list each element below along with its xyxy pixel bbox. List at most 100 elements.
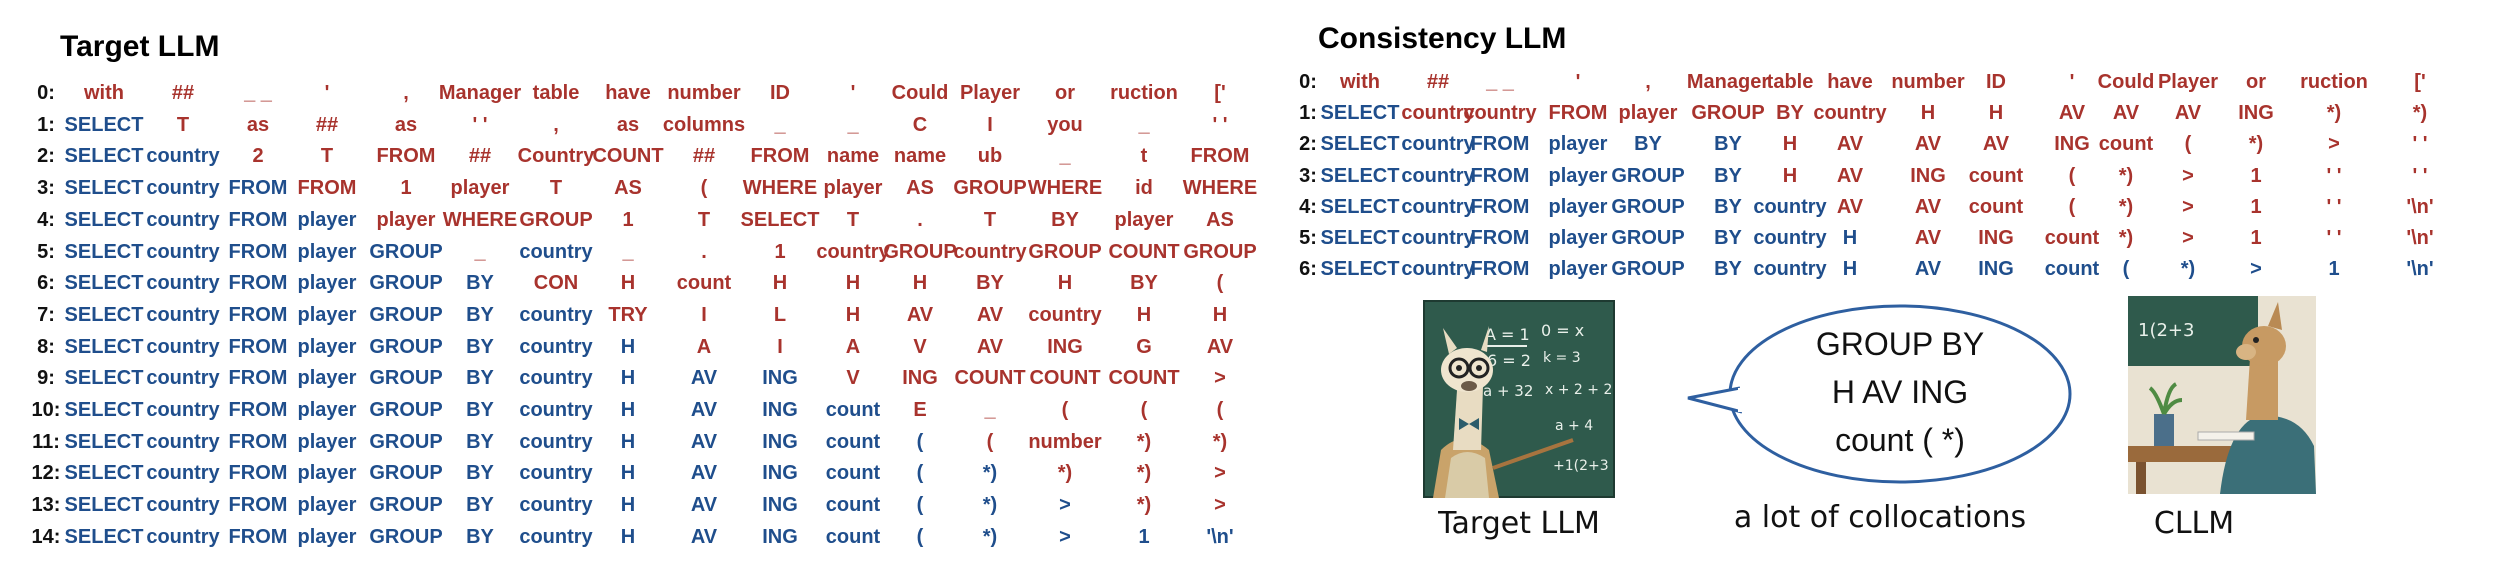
- token: (: [1216, 272, 1224, 295]
- token: ruction: [1110, 82, 1178, 104]
- token: country: [1463, 102, 1537, 125]
- svg-text:+1(2+3: +1(2+3: [1553, 458, 1609, 474]
- bubble-line-1: GROUP BY: [1815, 326, 1985, 362]
- token: country: [146, 399, 220, 421]
- token: country: [519, 399, 593, 421]
- token: FROM: [750, 145, 810, 168]
- token: ING: [762, 462, 798, 485]
- token: ING: [2054, 133, 2090, 156]
- token: ': [324, 82, 330, 104]
- token: *): [2118, 227, 2134, 249]
- token: player: [1548, 258, 1608, 281]
- token: GROUP: [1611, 195, 1685, 218]
- token: 1: [1138, 525, 1150, 548]
- token: >: [1214, 494, 1226, 517]
- token: C: [912, 113, 928, 136]
- token: player: [376, 208, 436, 231]
- teacher-llama-image: A = 1 6 = 2 0 = x k = 3 a + 32 x + 2 + 2…: [1421, 298, 1617, 500]
- caption-target-llm: Target LLM: [1438, 506, 1600, 541]
- bubble-text: GROUP BY H AV ING count ( *): [1750, 320, 2050, 464]
- token: as: [616, 113, 640, 136]
- token: FROM: [228, 240, 288, 263]
- token: (: [916, 525, 924, 548]
- token: AV: [1206, 335, 1234, 358]
- row-index: 4:: [37, 208, 55, 231]
- token: WHERE: [442, 208, 518, 231]
- token: AV: [2058, 102, 2086, 125]
- token: country: [1401, 258, 1475, 281]
- token: (: [2122, 258, 2130, 281]
- token: COUNT: [1029, 367, 1101, 390]
- row-index: 3:: [1299, 164, 1317, 187]
- token: country: [146, 303, 220, 326]
- token: AV: [976, 303, 1004, 326]
- token: H: [620, 272, 636, 295]
- token: >: [2182, 164, 2194, 187]
- token: H: [1842, 227, 1858, 249]
- token: H: [1988, 102, 2004, 125]
- token: player: [1548, 227, 1608, 249]
- token: player: [1548, 195, 1608, 218]
- token: country: [519, 367, 593, 390]
- token: (: [1061, 399, 1069, 421]
- token: SELECT: [1320, 164, 1400, 187]
- token: ruction: [2300, 71, 2368, 93]
- token: COUNT: [954, 367, 1026, 390]
- token: BY: [466, 430, 494, 453]
- student-llama-image: 1(2+3: [2128, 296, 2316, 494]
- token: country: [1753, 227, 1827, 249]
- token: AV: [690, 494, 718, 517]
- row-index: 5:: [37, 240, 55, 263]
- token: (: [2184, 133, 2192, 156]
- row-index: 12:: [31, 462, 61, 485]
- token: AS: [1206, 208, 1234, 231]
- token: SELECT: [1320, 258, 1400, 281]
- token: FROM: [1470, 227, 1530, 249]
- token: (: [2068, 195, 2076, 218]
- token: Could: [891, 82, 949, 104]
- token: country: [1401, 133, 1475, 156]
- token: GROUP: [953, 177, 1027, 200]
- row-index: 11:: [32, 430, 60, 453]
- token: FROM: [1190, 145, 1250, 168]
- token: id: [1135, 177, 1153, 200]
- token: FROM: [228, 335, 288, 358]
- token: ' ': [2326, 227, 2342, 249]
- token: >: [1059, 525, 1071, 548]
- token: GROUP: [1183, 240, 1257, 263]
- svg-text:6 = 2: 6 = 2: [1487, 351, 1531, 370]
- token: *): [2412, 102, 2428, 125]
- row-index: 7:: [37, 303, 55, 326]
- row-index: 13:: [31, 494, 61, 517]
- token: _ _: [1486, 71, 1514, 93]
- token: country: [146, 335, 220, 358]
- token: FROM: [1470, 164, 1530, 187]
- token: SELECT: [64, 240, 144, 263]
- token: FROM: [228, 272, 288, 295]
- row-index: 1:: [37, 113, 55, 136]
- token: count: [825, 494, 881, 517]
- token: country: [519, 494, 593, 517]
- token: country: [519, 303, 593, 326]
- token: ING: [1910, 164, 1946, 187]
- token: AV: [1836, 195, 1864, 218]
- token: count: [825, 462, 881, 485]
- token: H: [1842, 258, 1858, 281]
- token: player: [297, 525, 357, 548]
- token: (: [1216, 399, 1224, 421]
- token: player: [297, 399, 357, 421]
- token: t: [1140, 145, 1148, 168]
- token: SELECT: [64, 177, 144, 200]
- token: BY: [976, 272, 1004, 295]
- token: ING: [762, 399, 798, 421]
- token: player: [297, 335, 357, 358]
- token: AV: [1914, 195, 1942, 218]
- token: GROUP: [369, 430, 443, 453]
- token: T: [697, 208, 711, 231]
- token: FROM: [297, 177, 357, 200]
- token: L: [773, 303, 787, 326]
- token: FROM: [1548, 102, 1608, 125]
- token: ' ': [1212, 113, 1228, 136]
- token: BY: [466, 399, 494, 421]
- token: Player: [2157, 71, 2219, 93]
